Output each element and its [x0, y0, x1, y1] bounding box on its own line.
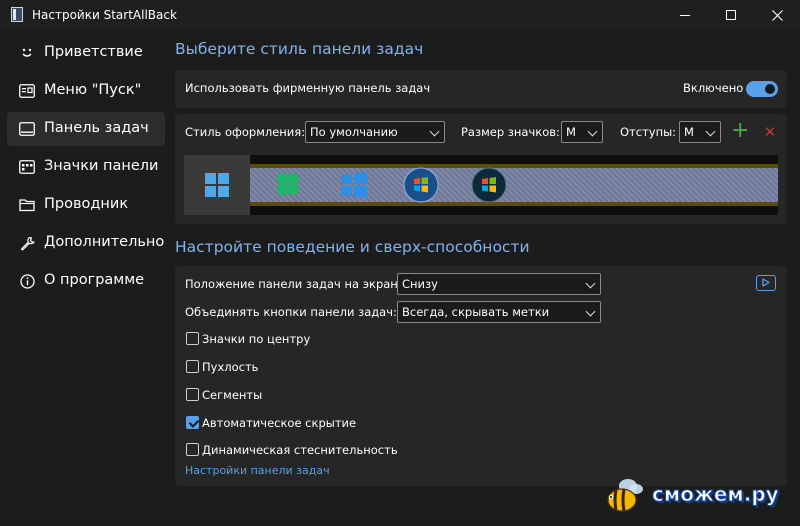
watermark-text: сможем.ру [652, 482, 780, 507]
style-select[interactable]: По умолчанию [305, 121, 445, 143]
sidebar-item-about[interactable]: О программе [7, 264, 165, 298]
chevron-down-icon [429, 126, 440, 137]
checkbox-label: Автоматическое скрытие [202, 416, 357, 430]
maximize-button[interactable] [708, 0, 754, 30]
icon-size-value: M [566, 125, 576, 139]
section-title-taskbar-style: Выберите стиль панели задач [175, 40, 424, 58]
add-style-button[interactable]: + [731, 119, 749, 143]
tray-icons-icon [19, 159, 35, 175]
taskbar-icon [19, 121, 35, 137]
taskbar-style-panel: Стиль оформления: По умолчанию Размер зн… [175, 114, 787, 224]
sidebar-item-tray-icons[interactable]: Значки панели [7, 150, 165, 184]
wrench-icon [19, 235, 35, 251]
use-taskbar-toggle[interactable] [746, 81, 778, 97]
checkbox-label: Динамическая стеснительность [202, 443, 398, 457]
app-icon [11, 7, 23, 22]
combine-select-value: Всегда, скрывать метки [402, 305, 550, 319]
combine-label: Объединять кнопки панели задач: [185, 305, 397, 319]
taskbar-preview [184, 155, 778, 215]
maximize-icon [726, 10, 736, 20]
checkbox-label: Пухлость [202, 360, 259, 374]
checkbox-label: Значки по центру [202, 332, 311, 346]
chevron-down-icon [585, 306, 596, 317]
chubby-checkbox[interactable] [186, 360, 199, 373]
title-bar: Настройки StartAllBack [0, 0, 800, 30]
info-icon [19, 273, 35, 289]
padding-value: M [684, 125, 694, 139]
window-title: Настройки StartAllBack [32, 8, 177, 22]
folder-icon [19, 197, 35, 213]
video-help-button[interactable] [756, 275, 776, 291]
padding-select[interactable]: M [679, 121, 721, 143]
smile-icon [19, 45, 35, 61]
position-label: Положение панели задач на экране: [185, 277, 409, 291]
sidebar-item-start-menu[interactable]: Меню "Пуск" [7, 74, 165, 108]
start-menu-icon [19, 83, 35, 99]
use-taskbar-label: Использовать фирменную панель задач [185, 81, 431, 95]
sidebar-item-label: Проводник [44, 196, 129, 212]
auto-hide-checkbox[interactable] [186, 416, 199, 429]
remove-style-button[interactable]: ✕ [761, 121, 779, 143]
vista-orb-start-icon[interactable] [471, 167, 507, 203]
section-title-behavior: Настройте поведение и сверх-способности [175, 238, 530, 256]
sidebar-item-taskbar[interactable]: Панель задач [7, 112, 165, 146]
position-select-value: Снизу [402, 277, 438, 291]
chevron-down-icon [705, 126, 716, 137]
sidebar-item-label: Панель задач [44, 120, 149, 136]
play-icon [762, 278, 770, 287]
close-button[interactable] [754, 0, 800, 30]
bee-icon [607, 479, 643, 512]
chevron-down-icon [585, 278, 596, 289]
minimize-button[interactable] [662, 0, 708, 30]
combine-select[interactable]: Всегда, скрывать метки [397, 301, 601, 323]
icon-size-select[interactable]: M [561, 121, 603, 143]
center-icons-checkbox[interactable] [186, 332, 199, 345]
segments-checkbox[interactable] [186, 388, 199, 401]
sidebar-item-label: Меню "Пуск" [44, 82, 142, 98]
windows10-start-icon[interactable] [341, 172, 367, 198]
sidebar-item-label: Значки панели [44, 158, 159, 174]
toggle-label: Включено [683, 81, 744, 95]
sidebar-item-label: Дополнительно [44, 234, 165, 250]
sidebar-item-advanced[interactable]: Дополнительно [7, 226, 165, 260]
behavior-panel: Положение панели задач на экране: Снизу … [175, 266, 787, 486]
windows11-start-icon[interactable] [205, 173, 229, 197]
clover-start-icon[interactable] [275, 171, 301, 197]
sidebar: Приветствие Меню "Пуск" Панель задач Зна… [0, 30, 170, 526]
close-icon [771, 9, 783, 21]
sidebar-item-label: Приветствие [44, 44, 143, 60]
sidebar-item-explorer[interactable]: Проводник [7, 188, 165, 222]
taskbar-settings-link[interactable]: Настройки панели задач [185, 464, 330, 477]
toggle-knob [765, 84, 775, 94]
preview-strip [250, 164, 778, 206]
watermark: сможем.ру [600, 476, 796, 516]
dynamic-shyness-checkbox[interactable] [186, 443, 199, 456]
padding-label: Отступы: [620, 125, 677, 139]
use-taskbar-row: Использовать фирменную панель задач Вклю… [175, 70, 787, 108]
sidebar-item-label: О программе [44, 272, 145, 288]
checkbox-label: Сегменты [202, 388, 263, 402]
windows7-orb-start-icon[interactable] [403, 167, 439, 203]
style-select-value: По умолчанию [310, 125, 398, 139]
style-label: Стиль оформления: [185, 125, 306, 139]
icon-size-label: Размер значков: [461, 125, 560, 139]
sidebar-item-welcome[interactable]: Приветствие [7, 36, 165, 70]
chevron-down-icon [587, 126, 598, 137]
position-select[interactable]: Снизу [397, 273, 601, 295]
minimize-icon [680, 14, 690, 16]
